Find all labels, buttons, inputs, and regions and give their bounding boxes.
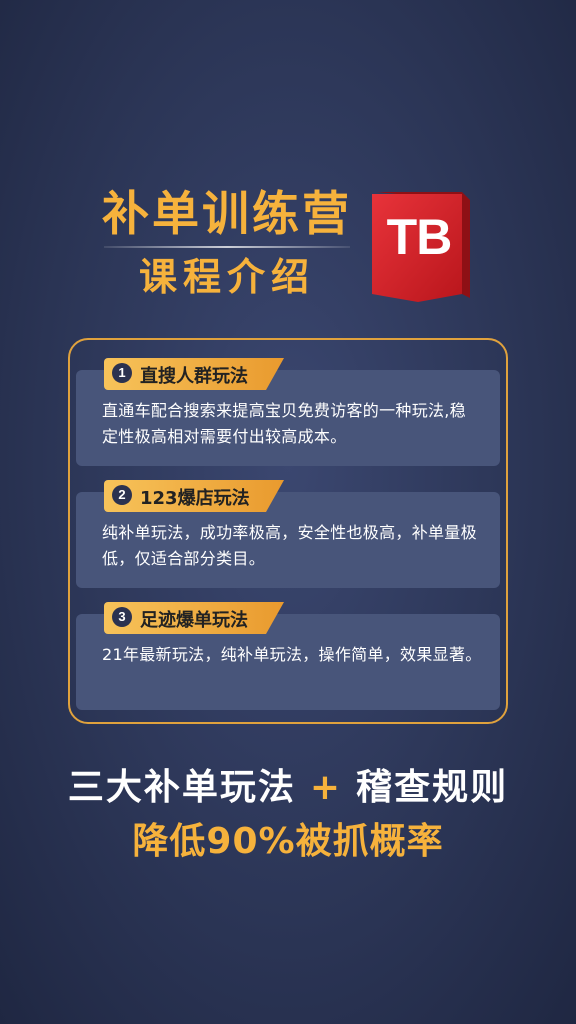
item-tag: 3 足迹爆单玩法 [104, 602, 284, 634]
item-title: 直搜人群玩法 [140, 366, 248, 387]
page-title: 补单训练营 [102, 187, 352, 242]
item-title: 足迹爆单玩法 [140, 610, 248, 631]
item-description: 纯补单玩法，成功率极高，安全性也极高，补单量极低，仅适合部分类目。 [102, 523, 477, 568]
headline-left: 三大补单玩法 [67, 767, 296, 808]
item-tag: 1 直搜人群玩法 [104, 358, 284, 390]
title-divider [104, 246, 350, 248]
tb-logo-badge: TB [370, 190, 474, 306]
item-title: 123爆店玩法 [140, 488, 250, 509]
number-badge: 1 [112, 363, 132, 383]
logo-text: TB [386, 209, 453, 265]
title-block: 补单训练营 课程介绍 [96, 186, 358, 302]
number-badge: 3 [112, 607, 132, 627]
item-description: 直通车配合搜索来提高宝贝免费访客的一种玩法,稳定性极高相对需要付出较高成本。 [102, 401, 466, 446]
headline-right: 稽查规则 [356, 767, 509, 808]
tagline: 降低90%被抓概率 [132, 821, 444, 862]
headline: 三大补单玩法 + 稽查规则 [0, 758, 576, 810]
number-badge: 2 [112, 485, 132, 505]
page-subtitle: 课程介绍 [138, 255, 315, 299]
item-description: 21年最新玩法，纯补单玩法，操作简单，效果显著。 [102, 645, 482, 664]
plus-sign: + [309, 767, 343, 808]
item-tag: 2 123爆店玩法 [104, 480, 284, 512]
